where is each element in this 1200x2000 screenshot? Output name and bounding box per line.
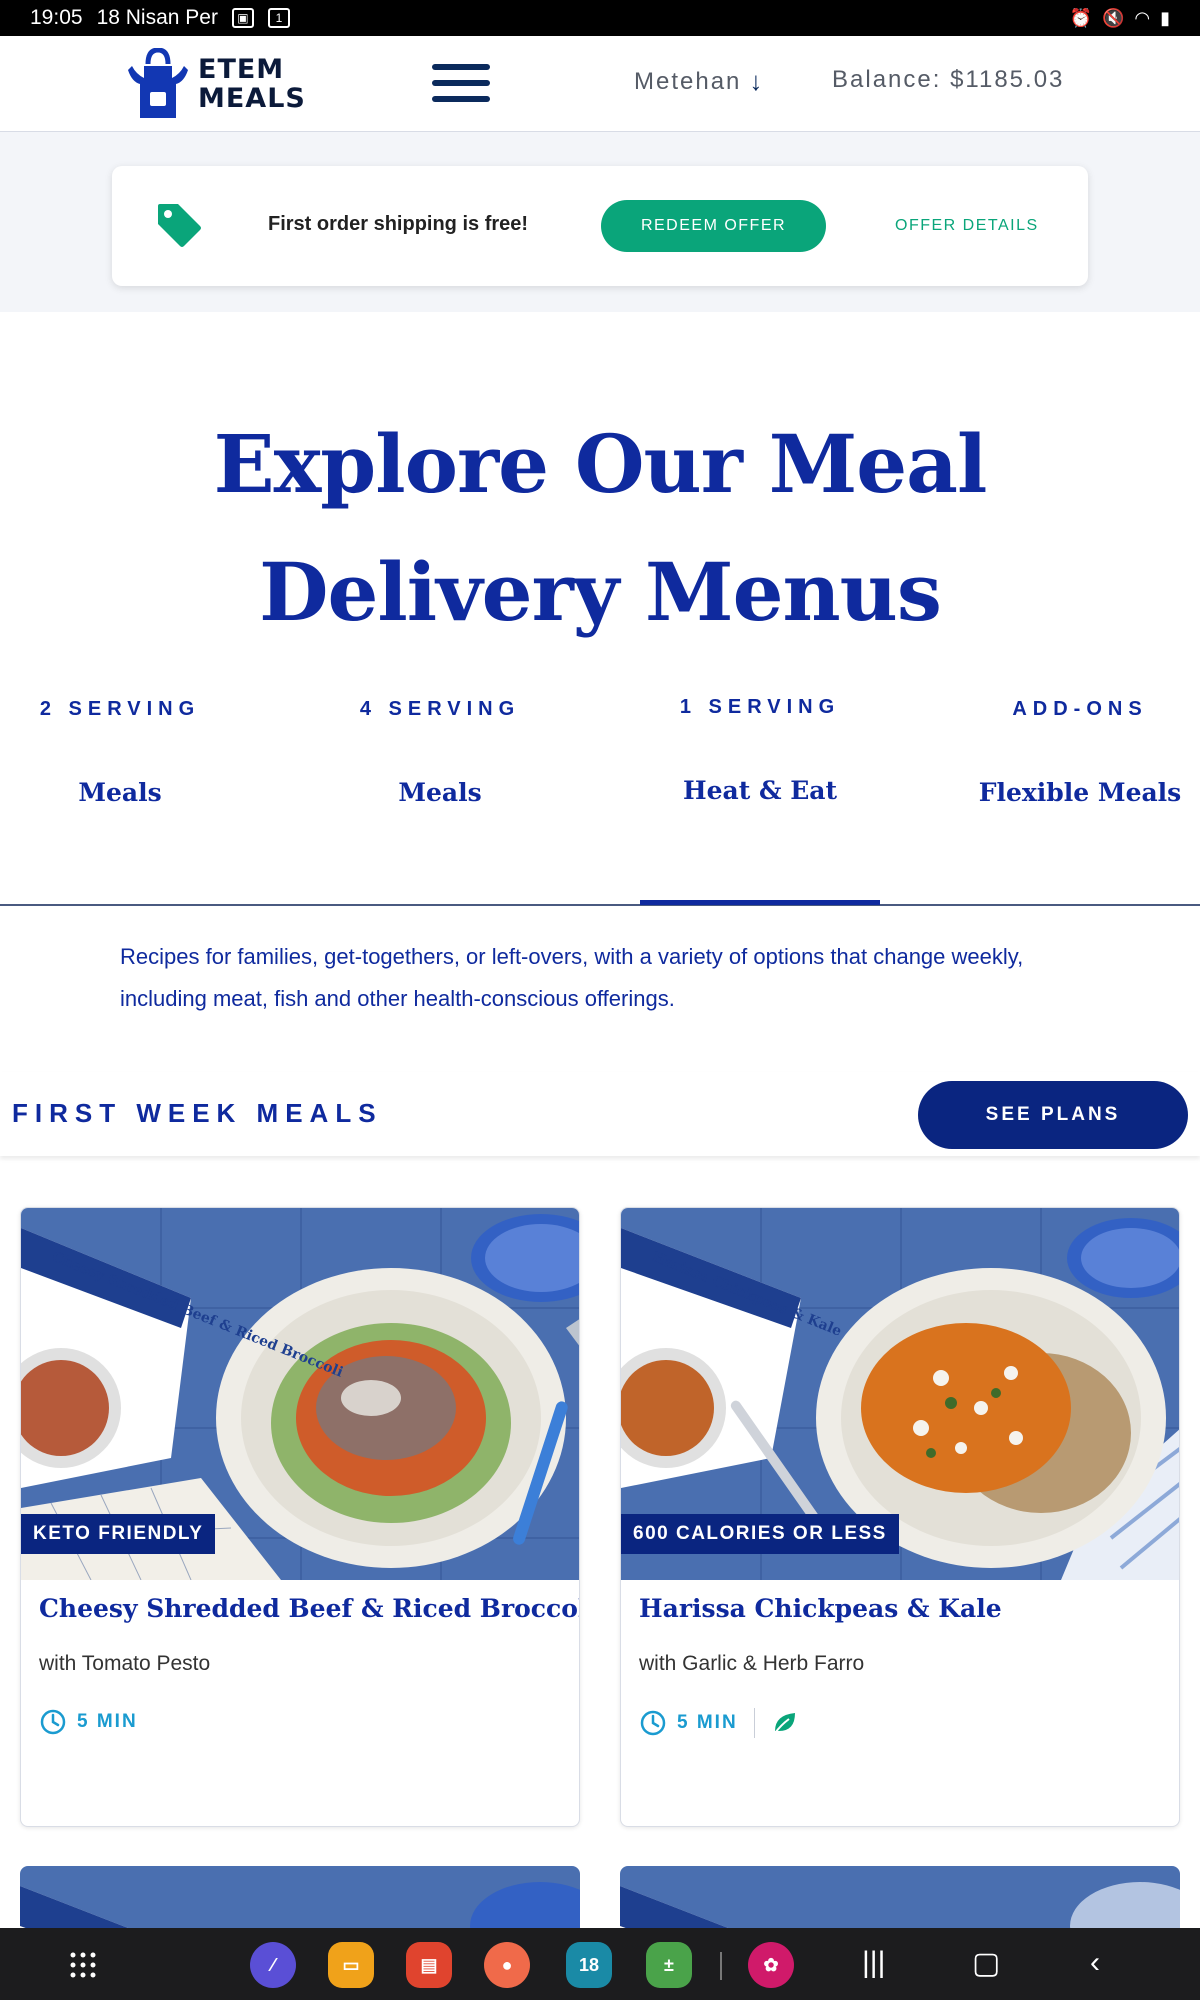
meal-title: Cheesy Shredded Beef & Riced Broccoli (39, 1594, 580, 1623)
logo-line1: ETEM (198, 54, 285, 85)
diet-badge: 600 CALORIES OR LESS (621, 1514, 899, 1554)
tab-top-label: 2 SERVING (39, 698, 201, 720)
battery-icon: ▮ (1160, 7, 1170, 28)
gallery-app-icon[interactable]: ✿ (748, 1942, 794, 1988)
tab-bottom-label: Heat & Eat (682, 776, 838, 805)
user-name: Metehan (634, 67, 742, 95)
site-header: ETEM MEALS Metehan ↓ Balance: $1185.03 (0, 36, 1200, 132)
active-tab-indicator (640, 900, 880, 905)
calculator-app-icon[interactable]: ± (646, 1942, 692, 1988)
tab-bottom-label: Flexible Meals (978, 778, 1182, 807)
status-time: 19:05 (30, 6, 83, 29)
wifi-icon: ◠ (1134, 7, 1151, 28)
status-bar: 19:05 18 Nisan Per ▣ 1 ⏰ 🔇 ◠ ▮ (0, 0, 1200, 36)
first-week-meals-bar: FIRST WEEK MEALS SEE PLANS (0, 1072, 1200, 1156)
meal-subtitle: with Tomato Pesto (39, 1652, 211, 1675)
back-icon[interactable]: ‹ (1090, 1946, 1100, 1980)
menu-tabs: 2 SERVING Meals 4 SERVING Meals 1 SERVIN… (0, 680, 1200, 906)
mute-icon: 🔇 (1101, 7, 1125, 28)
browser-app-icon[interactable]: ⁄ (250, 1942, 296, 1988)
redeem-offer-button[interactable]: REDEEM OFFER (601, 200, 826, 252)
tab-top-label: ADD-ONS (1012, 698, 1148, 720)
meal-subtitle: with Garlic & Herb Farro (639, 1652, 865, 1675)
offer-banner-section: First order shipping is free! REDEEM OFF… (0, 132, 1200, 312)
gallery-notification-icon: ▣ (231, 8, 254, 28)
tab-1-serving-heat-eat[interactable]: 1 SERVING Heat & Eat (640, 678, 880, 902)
menu-description: Recipes for families, get-togethers, or … (120, 944, 1024, 1011)
tab-add-ons-flexible-meals[interactable]: ADD-ONS Flexible Meals (960, 680, 1200, 904)
logo-line2: MEALS (198, 83, 306, 114)
account-balance: Balance: $1185.03 (832, 66, 1065, 93)
app-drawer-icon[interactable] (68, 1950, 98, 1980)
meal-card[interactable]: Harissa Chickpeas & Kale 600 CALORIES OR… (620, 1207, 1180, 1827)
tab-top-label: 1 SERVING (679, 696, 841, 718)
apron-icon (128, 48, 188, 118)
meal-meta: 5 MIN (639, 1708, 799, 1738)
notes-app-icon[interactable]: ▤ (406, 1942, 452, 1988)
recent-apps-icon[interactable]: ||| (862, 1946, 885, 1980)
shield-notification-icon: 1 (267, 8, 290, 28)
clock-icon (40, 1709, 66, 1735)
tab-2-serving-meals[interactable]: 2 SERVING Meals (0, 680, 240, 904)
etem-meals-logo[interactable]: ETEM MEALS (128, 48, 306, 120)
hamburger-menu-icon[interactable] (432, 64, 490, 102)
offer-card: First order shipping is free! REDEEM OFF… (112, 166, 1088, 286)
meal-meta: 5 MIN (39, 1708, 138, 1736)
offer-details-link[interactable]: OFFER DETAILS (895, 217, 1039, 235)
meal-card[interactable]: Cheesy Shredded Beef & Riced Broccoli KE… (20, 1207, 580, 1827)
offer-text: First order shipping is free! (268, 213, 529, 235)
page-title: Explore Our Meal Delivery Menus (213, 417, 988, 639)
tab-bottom-label: Meals (78, 778, 162, 807)
contacts-app-icon[interactable]: ● (484, 1942, 530, 1988)
home-icon[interactable]: ▢ (972, 1946, 1000, 1981)
user-account-dropdown[interactable]: Metehan ↓ (634, 66, 764, 97)
dock-divider (720, 1952, 722, 1980)
tab-bottom-label: Meals (398, 778, 482, 807)
alarm-icon: ⏰ (1069, 7, 1092, 28)
android-navigation-bar: ⁄ ▭ ▤ ● 18 ± ✿ ||| ▢ ‹ (0, 1928, 1200, 2000)
meta-divider (753, 1708, 755, 1738)
meal-title: Harissa Chickpeas & Kale (639, 1594, 1002, 1623)
status-date: 18 Nisan Per (96, 6, 218, 29)
prep-time: 5 MIN (677, 1712, 738, 1733)
see-plans-button[interactable]: SEE PLANS (918, 1081, 1188, 1149)
files-app-icon[interactable]: ▭ (328, 1942, 374, 1988)
arrow-down-icon: ↓ (749, 66, 765, 96)
tab-top-label: 4 SERVING (359, 698, 521, 720)
diet-badge: KETO FRIENDLY (21, 1514, 216, 1554)
tab-4-serving-meals[interactable]: 4 SERVING Meals (320, 680, 560, 904)
calendar-app-icon[interactable]: 18 (566, 1942, 612, 1988)
clock-icon (640, 1710, 666, 1736)
section-title: FIRST WEEK MEALS (12, 1098, 383, 1128)
vegetarian-leaf-icon (773, 1713, 795, 1734)
prep-time: 5 MIN (77, 1711, 138, 1732)
price-tag-icon (158, 204, 201, 247)
